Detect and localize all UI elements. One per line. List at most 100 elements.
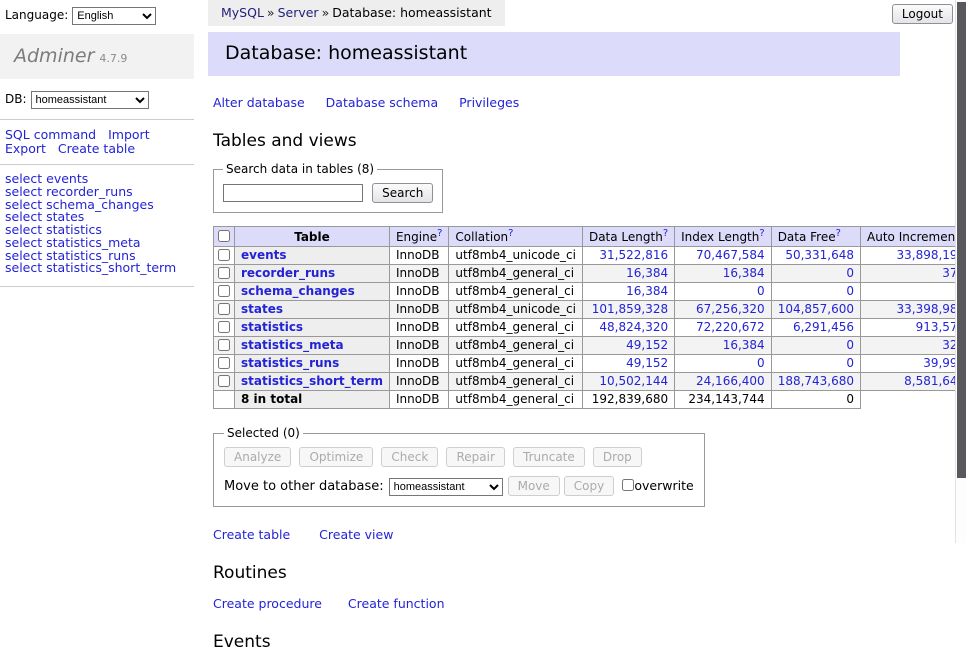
check-button[interactable]: Check [381, 447, 438, 467]
column-header-data-free: Data Free? [771, 227, 860, 247]
sidebar-actions: SQL command Import Export Create table [0, 120, 194, 164]
create-procedure-link[interactable]: Create procedure [213, 596, 322, 611]
table-name-link[interactable]: statistics_runs [241, 356, 339, 370]
alter-database-link[interactable]: Alter database [213, 95, 305, 110]
create-table-link[interactable]: Create table [213, 527, 290, 542]
privileges-link[interactable]: Privileges [459, 95, 519, 110]
table-row: recorder_runs InnoDB utf8mb4_general_ci … [214, 265, 966, 283]
data-free-link[interactable]: 0 [846, 284, 854, 298]
select-all-checkbox[interactable] [218, 230, 230, 242]
data-free-link[interactable]: 50,331,648 [785, 248, 854, 262]
db-select[interactable]: homeassistant [31, 91, 149, 109]
overwrite-checkbox[interactable] [622, 479, 634, 491]
table-name-link[interactable]: events [241, 248, 287, 262]
help-icon[interactable]: ? [759, 228, 764, 239]
total-index-length: 234,143,744 [675, 391, 772, 409]
index-length-link[interactable]: 16,384 [723, 338, 765, 352]
move-label: Move to other database: [224, 479, 384, 494]
total-label: 8 in total [235, 391, 390, 409]
data-free-link[interactable]: 188,743,680 [778, 374, 854, 388]
index-length-link[interactable]: 0 [757, 356, 765, 370]
engine-cell: InnoDB [389, 355, 448, 373]
row-checkbox[interactable] [218, 339, 230, 351]
help-icon[interactable]: ? [836, 228, 841, 239]
help-icon[interactable]: ? [663, 228, 668, 239]
table-name-link[interactable]: recorder_runs [241, 266, 335, 280]
search-input[interactable] [223, 184, 363, 202]
data-free-link[interactable]: 0 [846, 356, 854, 370]
row-checkbox[interactable] [218, 375, 230, 387]
sidebar: Language:English Adminer4.7.9 DB:homeass… [0, 0, 194, 287]
help-icon[interactable]: ? [437, 228, 442, 239]
column-header-engine: Engine? [389, 227, 448, 247]
help-icon[interactable]: ? [508, 228, 513, 239]
engine-cell: InnoDB [389, 265, 448, 283]
db-select-row: DB:homeassistant [0, 79, 194, 119]
scrollbar-thumb[interactable] [957, 2, 966, 478]
index-length-link[interactable]: 70,467,584 [696, 248, 765, 262]
data-length-link[interactable]: 10,502,144 [599, 374, 668, 388]
data-length-link[interactable]: 49,152 [626, 356, 668, 370]
table-name-link[interactable]: statistics [241, 320, 303, 334]
table-name-link[interactable]: statistics_meta [241, 338, 344, 352]
move-database-select[interactable]: homeassistant [389, 478, 503, 496]
data-free-link[interactable]: 104,857,600 [778, 302, 854, 316]
data-free-link[interactable]: 0 [846, 266, 854, 280]
analyze-button[interactable]: Analyze [224, 447, 291, 467]
table-name-link[interactable]: statistics_short_term [241, 374, 383, 388]
move-button[interactable]: Move [508, 476, 560, 496]
sidebar-divider [0, 286, 194, 287]
data-length-link[interactable]: 16,384 [626, 284, 668, 298]
index-length-link[interactable]: 72,220,672 [696, 320, 765, 334]
row-checkbox[interactable] [218, 285, 230, 297]
row-checkbox[interactable] [218, 249, 230, 261]
data-free-link[interactable]: 6,291,456 [793, 320, 854, 334]
index-length-link[interactable]: 67,256,320 [696, 302, 765, 316]
table-name-link[interactable]: states [241, 302, 283, 316]
overwrite-label: overwrite [634, 478, 693, 493]
data-length-link[interactable]: 31,522,816 [599, 248, 668, 262]
index-length-link[interactable]: 24,166,400 [696, 374, 765, 388]
truncate-button[interactable]: Truncate [513, 447, 585, 467]
engine-cell: InnoDB [389, 247, 448, 265]
app-logo[interactable]: Adminer [14, 45, 94, 67]
collation-cell: utf8mb4_general_ci [449, 391, 583, 409]
table-name-link[interactable]: schema_changes [241, 284, 355, 298]
sql-command-link[interactable]: SQL command [5, 127, 96, 142]
create-function-link[interactable]: Create function [348, 596, 445, 611]
data-length-link[interactable]: 48,824,320 [599, 320, 668, 334]
data-length-link[interactable]: 49,152 [626, 338, 668, 352]
breadcrumb-server-link[interactable]: Server [278, 5, 319, 20]
index-length-link[interactable]: 0 [757, 284, 765, 298]
logout-button[interactable]: Logout [892, 4, 953, 24]
data-free-link[interactable]: 0 [846, 338, 854, 352]
breadcrumb-mysql-link[interactable]: MySQL [221, 5, 264, 20]
page-title: Database: homeassistant [208, 32, 900, 76]
data-length-link[interactable]: 16,384 [626, 266, 668, 280]
data-length-link[interactable]: 101,859,328 [592, 302, 668, 316]
index-length-link[interactable]: 16,384 [723, 266, 765, 280]
app-version: 4.7.9 [99, 52, 127, 65]
selected-fieldset: Selected (0) Analyze Optimize Check Repa… [213, 426, 705, 507]
database-actions: Alter database Database schema Privilege… [213, 95, 900, 110]
select-link[interactable]: select [5, 260, 42, 275]
create-table-link-sidebar[interactable]: Create table [58, 141, 135, 156]
drop-button[interactable]: Drop [593, 447, 642, 467]
row-checkbox[interactable] [218, 267, 230, 279]
language-select[interactable]: English [72, 7, 156, 25]
row-checkbox[interactable] [218, 321, 230, 333]
optimize-button[interactable]: Optimize [299, 447, 373, 467]
export-link[interactable]: Export [5, 141, 46, 156]
import-link[interactable]: Import [108, 127, 150, 142]
create-view-link[interactable]: Create view [319, 527, 393, 542]
breadcrumb: MySQL»Server»Database: homeassistant [208, 0, 505, 26]
repair-button[interactable]: Repair [446, 447, 504, 467]
table-link[interactable]: statistics_short_term [46, 260, 176, 275]
row-checkbox[interactable] [218, 303, 230, 315]
row-checkbox[interactable] [218, 357, 230, 369]
search-button[interactable]: Search [372, 183, 433, 203]
total-row: 8 in total InnoDB utf8mb4_general_ci 192… [214, 391, 966, 409]
vertical-scrollbar[interactable] [955, 0, 966, 543]
copy-button[interactable]: Copy [564, 476, 614, 496]
database-schema-link[interactable]: Database schema [326, 95, 438, 110]
